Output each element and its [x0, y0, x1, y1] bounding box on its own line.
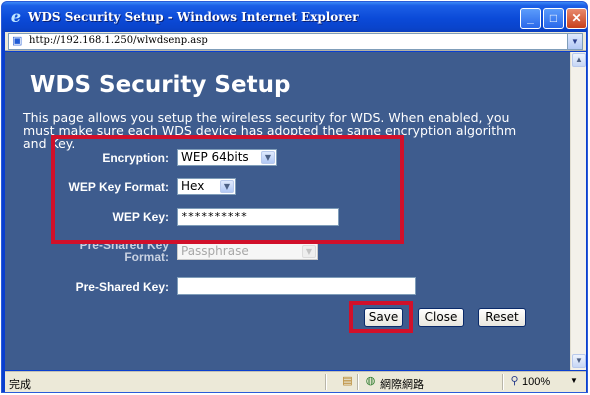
- globe-icon: ◍: [365, 375, 376, 387]
- title-bar: e WDS Security Setup - Windows Internet …: [2, 2, 587, 32]
- address-dropdown-icon[interactable]: ▼: [567, 34, 582, 49]
- psk-label: Pre-Shared Key:: [75, 280, 169, 294]
- zoom-level[interactable]: 100%: [522, 376, 550, 388]
- magnifier-icon: ⚲: [510, 375, 519, 387]
- status-divider: [325, 374, 326, 390]
- chevron-down-icon: ▼: [302, 245, 316, 258]
- zoom-dropdown-icon[interactable]: ▼: [570, 376, 578, 385]
- status-text: 完成: [9, 379, 31, 391]
- zone-text: 網際網路: [380, 379, 424, 391]
- page-title: WDS Security Setup: [30, 72, 291, 98]
- close-button[interactable]: Close: [418, 308, 464, 327]
- psk-input[interactable]: [177, 277, 416, 295]
- page-content: WDS Security Setup This page allows you …: [5, 52, 570, 370]
- minimize-button[interactable]: _: [520, 8, 541, 29]
- close-window-button[interactable]: ✕: [566, 8, 587, 29]
- address-text: http://192.168.1.250/wlwdsenp.asp: [29, 35, 208, 46]
- highlight-box-wep-settings: [51, 135, 404, 244]
- page-icon: ▣: [12, 35, 23, 47]
- address-bar: ▣ http://192.168.1.250/wlwdsenp.asp ▼: [5, 32, 586, 51]
- protected-mode-icon: ▤: [342, 375, 353, 387]
- ie-logo-icon: e: [10, 7, 22, 26]
- status-bar: 完成 ▤ ◍ 網際網路 ⚲ 100% ▼: [5, 371, 586, 392]
- status-divider: [502, 374, 503, 390]
- window-title: WDS Security Setup - Windows Internet Ex…: [28, 10, 359, 24]
- status-divider: [357, 374, 358, 390]
- address-field[interactable]: ▣ http://192.168.1.250/wlwdsenp.asp ▼: [8, 33, 583, 50]
- reset-button[interactable]: Reset: [478, 308, 526, 327]
- psk-format-select: Passphrase ▼: [177, 243, 318, 260]
- scroll-down-icon[interactable]: ▼: [572, 354, 586, 368]
- highlight-box-save: [349, 301, 413, 333]
- vertical-scrollbar[interactable]: ▲ ▼: [570, 52, 586, 370]
- browser-window: e WDS Security Setup - Windows Internet …: [1, 1, 588, 393]
- scroll-up-icon[interactable]: ▲: [572, 53, 586, 67]
- psk-format-value: Passphrase: [181, 244, 249, 258]
- psk-format-label-line2: Format:: [124, 250, 169, 264]
- maximize-button[interactable]: □: [543, 8, 564, 29]
